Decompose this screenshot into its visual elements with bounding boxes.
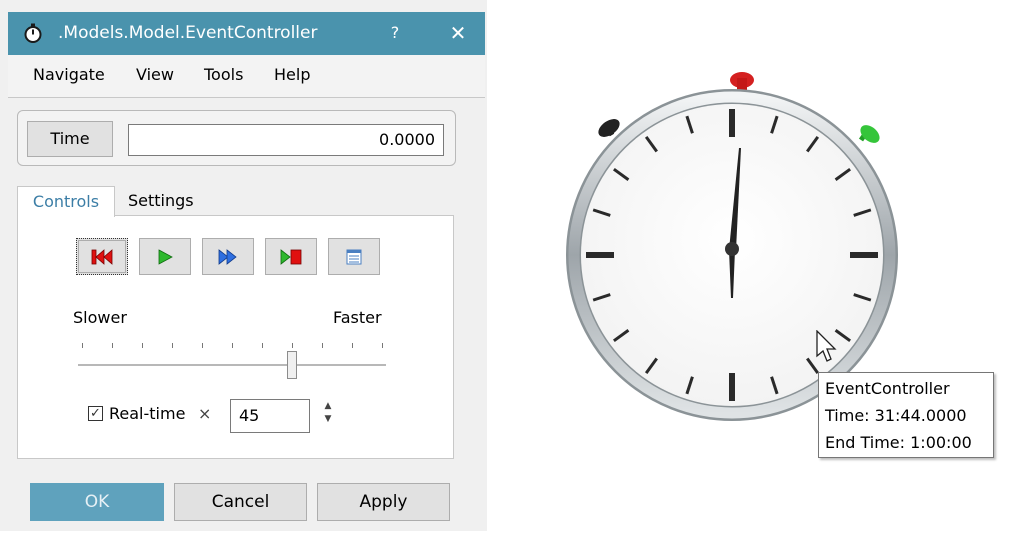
close-button[interactable]: ✕ <box>443 20 473 46</box>
list-icon <box>346 249 362 264</box>
speed-slider-ticks <box>82 343 383 349</box>
reset-button[interactable] <box>76 238 128 275</box>
ok-button[interactable]: OK <box>30 483 164 521</box>
slider-tick <box>82 343 83 348</box>
speed-slider-thumb[interactable] <box>287 351 297 379</box>
stopwatch-icon <box>24 23 42 43</box>
fast-forward-button[interactable] <box>202 238 254 275</box>
apply-button[interactable]: Apply <box>317 483 450 521</box>
spin-down-icon[interactable]: ▼ <box>318 413 338 426</box>
help-button[interactable]: ? <box>380 22 410 44</box>
slider-tick <box>292 343 293 348</box>
speed-slider-track[interactable] <box>78 364 386 367</box>
menu-navigate[interactable]: Navigate <box>33 65 105 85</box>
slider-tick <box>232 343 233 348</box>
multiplier-symbol: × <box>198 404 212 423</box>
realtime-checkbox[interactable]: ✓ <box>88 406 103 421</box>
tooltip-end-time: End Time: 1:00:00 <box>825 433 972 452</box>
realtime-factor-spinner[interactable]: ▲ ▼ <box>318 400 338 432</box>
fast-forward-icon <box>218 248 237 265</box>
slider-tick <box>262 343 263 348</box>
menu-view[interactable]: View <box>136 65 174 85</box>
window-title: .Models.Model.EventController <box>58 23 318 43</box>
dial-center <box>725 242 739 256</box>
tab-settings[interactable]: Settings <box>128 186 194 216</box>
slider-tick <box>382 343 383 348</box>
tooltip-time: Time: 31:44.0000 <box>825 406 967 425</box>
play-button[interactable] <box>139 238 191 275</box>
slower-label: Slower <box>73 308 127 327</box>
realtime-factor-input[interactable]: 45 <box>230 399 310 433</box>
slider-tick <box>112 343 113 348</box>
mouse-cursor-icon <box>816 330 837 362</box>
slider-tick <box>172 343 173 348</box>
green-pin-icon <box>858 125 880 143</box>
run-to-end-button[interactable] <box>265 238 317 275</box>
realtime-label: Real-time <box>109 404 186 423</box>
play-icon <box>158 248 173 265</box>
menu-help[interactable]: Help <box>274 65 310 85</box>
time-field[interactable]: 0.0000 <box>128 124 444 156</box>
rewind-to-start-icon <box>91 248 113 265</box>
time-button[interactable]: Time <box>27 121 113 157</box>
tooltip-name: EventController <box>825 379 950 398</box>
time-group: Time 0.0000 <box>17 110 456 166</box>
title-bar: .Models.Model.EventController ? ✕ <box>8 12 485 55</box>
play-stop-icon <box>280 248 302 265</box>
hover-tooltip: EventController Time: 31:44.0000 End Tim… <box>818 372 994 458</box>
tab-controls[interactable]: Controls <box>17 186 115 217</box>
event-list-button[interactable] <box>328 238 380 275</box>
event-controller-dialog: .Models.Model.EventController ? ✕ Naviga… <box>0 0 487 531</box>
cancel-button[interactable]: Cancel <box>174 483 307 521</box>
spin-up-icon[interactable]: ▲ <box>318 400 338 413</box>
slider-tick <box>202 343 203 348</box>
slider-tick <box>142 343 143 348</box>
menu-tools[interactable]: Tools <box>204 65 243 85</box>
controls-panel: Slower Faster ✓ Real-time × 45 ▲ ▼ <box>17 215 454 459</box>
slider-tick <box>322 343 323 348</box>
slider-tick <box>352 343 353 348</box>
menu-bar: Navigate View Tools Help <box>8 55 485 98</box>
faster-label: Faster <box>333 308 382 327</box>
